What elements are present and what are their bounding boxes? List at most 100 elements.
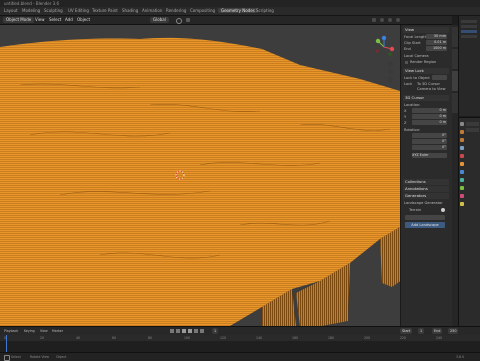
current-frame-field[interactable]: 1 xyxy=(212,328,219,334)
snap-icon[interactable] xyxy=(176,18,182,24)
cursor-rot-z-field[interactable]: 0° xyxy=(412,145,447,150)
render-properties-icon[interactable] xyxy=(460,130,464,134)
start-frame-field[interactable]: 1 xyxy=(418,328,425,334)
cursor-y-label: Y xyxy=(404,115,407,119)
timeline-ruler[interactable]: 0 20 40 60 80 100 120 140 160 180 200 22… xyxy=(0,335,480,341)
proportional-edit-icon[interactable] xyxy=(186,18,190,22)
properties-field[interactable] xyxy=(466,128,479,132)
cursor-rot-y-field[interactable]: 0° xyxy=(412,139,447,144)
world-properties-icon[interactable] xyxy=(460,154,464,158)
tab-uv-editing[interactable]: UV Editing xyxy=(68,8,89,13)
status-object-label: Object xyxy=(56,355,67,359)
tool-properties-icon[interactable] xyxy=(460,122,464,126)
orientation-dropdown[interactable]: Global xyxy=(150,17,169,23)
modifier-properties-icon[interactable] xyxy=(460,170,464,174)
collections-section-header[interactable]: Collections xyxy=(403,179,449,185)
3d-viewport[interactable] xyxy=(0,25,452,326)
rendered-shading-icon[interactable] xyxy=(396,18,400,22)
tab-compositing[interactable]: Compositing xyxy=(190,8,215,13)
local-camera-label: Local Camera xyxy=(404,54,429,58)
timeline: Playback Keying View Marker 1 Start 1 En… xyxy=(0,326,480,353)
version-label: 3.6.0 xyxy=(456,355,465,359)
render-region-label: Render Region xyxy=(410,60,437,64)
ruler-tick: 180 xyxy=(328,336,335,340)
outliner-row[interactable] xyxy=(461,20,477,23)
cursor-rot-x-field[interactable]: 0° xyxy=(412,133,447,138)
pan-icon[interactable] xyxy=(388,69,393,74)
material-shading-icon[interactable] xyxy=(388,18,392,22)
tab-modeling[interactable]: Modeling xyxy=(22,8,40,13)
camera-to-view-toggle[interactable]: Camera to View xyxy=(417,87,446,91)
marker-menu[interactable]: Marker xyxy=(52,329,63,333)
physics-properties-icon[interactable] xyxy=(460,178,464,182)
jump-end-icon[interactable] xyxy=(200,329,204,333)
tab-sculpting[interactable]: Sculpting xyxy=(44,8,63,13)
preset-toggle-icon[interactable] xyxy=(441,208,445,212)
clip-end-field[interactable]: 1000 m xyxy=(426,46,447,51)
to-3d-cursor-toggle[interactable]: To 3D Cursor xyxy=(417,82,440,86)
next-keyframe-icon[interactable] xyxy=(194,329,198,333)
jump-start-icon[interactable] xyxy=(170,329,174,333)
prev-keyframe-icon[interactable] xyxy=(176,329,180,333)
cursor-x-label: X xyxy=(404,109,407,113)
tab-layout[interactable]: Layout xyxy=(4,8,18,13)
ruler-tick: 80 xyxy=(148,336,153,340)
viewport-header: Object Mode View Select Add Object Globa… xyxy=(0,16,452,25)
lock-object-label: Lock to Object xyxy=(404,76,430,80)
solid-shading-icon[interactable] xyxy=(380,18,384,22)
outliner-row-selected[interactable] xyxy=(461,30,477,33)
tab-rendering[interactable]: Rendering xyxy=(166,8,186,13)
start-label: Start xyxy=(400,328,413,334)
end-frame-field[interactable]: 250 xyxy=(448,328,459,334)
texture-properties-icon[interactable] xyxy=(460,202,464,206)
play-icon[interactable] xyxy=(188,329,192,333)
view-section-header[interactable]: View xyxy=(403,27,449,33)
lock-object-field[interactable] xyxy=(432,75,447,80)
ruler-tick: 140 xyxy=(256,336,263,340)
properties-field[interactable] xyxy=(466,122,479,126)
ruler-tick: 40 xyxy=(76,336,81,340)
object-properties-icon[interactable] xyxy=(460,162,464,166)
material-properties-icon[interactable] xyxy=(460,194,464,198)
view-lock-section-header[interactable]: View Lock xyxy=(403,68,449,74)
annotations-section-header[interactable]: Annotations xyxy=(403,186,449,192)
camera-view-icon[interactable] xyxy=(388,77,393,82)
cursor-y-field[interactable]: 0 m xyxy=(412,114,447,119)
clip-start-field[interactable]: 0.01 m xyxy=(426,40,447,45)
add-landscape-button[interactable]: Add Landscape xyxy=(405,222,445,228)
tab-geometry-nodes[interactable]: Geometry Nodes xyxy=(218,8,258,13)
ruler-tick: 20 xyxy=(40,336,45,340)
navigation-gizmo[interactable] xyxy=(372,35,396,59)
play-reverse-icon[interactable] xyxy=(182,329,186,333)
tab-animation[interactable]: Animation xyxy=(142,8,162,13)
cursor-rotation-label: Rotation: xyxy=(404,128,421,132)
playhead[interactable] xyxy=(6,335,7,353)
focal-length-field[interactable]: 50 mm xyxy=(426,34,447,39)
tab-scripting[interactable]: Scripting xyxy=(256,8,274,13)
playback-menu[interactable]: Playback xyxy=(4,329,18,333)
outliner-row[interactable] xyxy=(461,35,477,38)
mode-dropdown[interactable]: Object Mode xyxy=(3,17,35,23)
object-menu[interactable]: Object xyxy=(74,17,93,23)
generators-section-header[interactable]: Generators xyxy=(403,193,449,199)
keying-menu[interactable]: Keying xyxy=(24,329,35,333)
zoom-icon[interactable] xyxy=(388,61,393,66)
status-select-label: Select xyxy=(11,355,21,359)
timeline-header: Playback Keying View Marker 1 Start 1 En… xyxy=(0,327,480,335)
cursor-x-field[interactable]: 0 m xyxy=(412,108,447,113)
output-properties-icon[interactable] xyxy=(460,138,464,142)
render-region-checkbox[interactable] xyxy=(405,61,408,64)
timeline-view-menu[interactable]: View xyxy=(40,329,48,333)
outliner-row[interactable] xyxy=(461,25,477,28)
scene-properties-icon[interactable] xyxy=(460,146,464,150)
cursor-z-field[interactable]: 0 m xyxy=(412,120,447,125)
ruler-tick: 160 xyxy=(292,336,299,340)
tab-shading[interactable]: Shading xyxy=(122,8,138,13)
overlay-icon[interactable] xyxy=(372,18,376,22)
data-properties-icon[interactable] xyxy=(460,186,464,190)
cursor-location-label: Location: xyxy=(404,103,421,107)
3d-cursor-section-header[interactable]: 3D Cursor xyxy=(403,95,449,101)
ruler-tick: 60 xyxy=(112,336,117,340)
tab-texture-paint[interactable]: Texture Paint xyxy=(92,8,118,13)
rotation-mode-dropdown[interactable]: XYZ Euler xyxy=(412,153,447,158)
